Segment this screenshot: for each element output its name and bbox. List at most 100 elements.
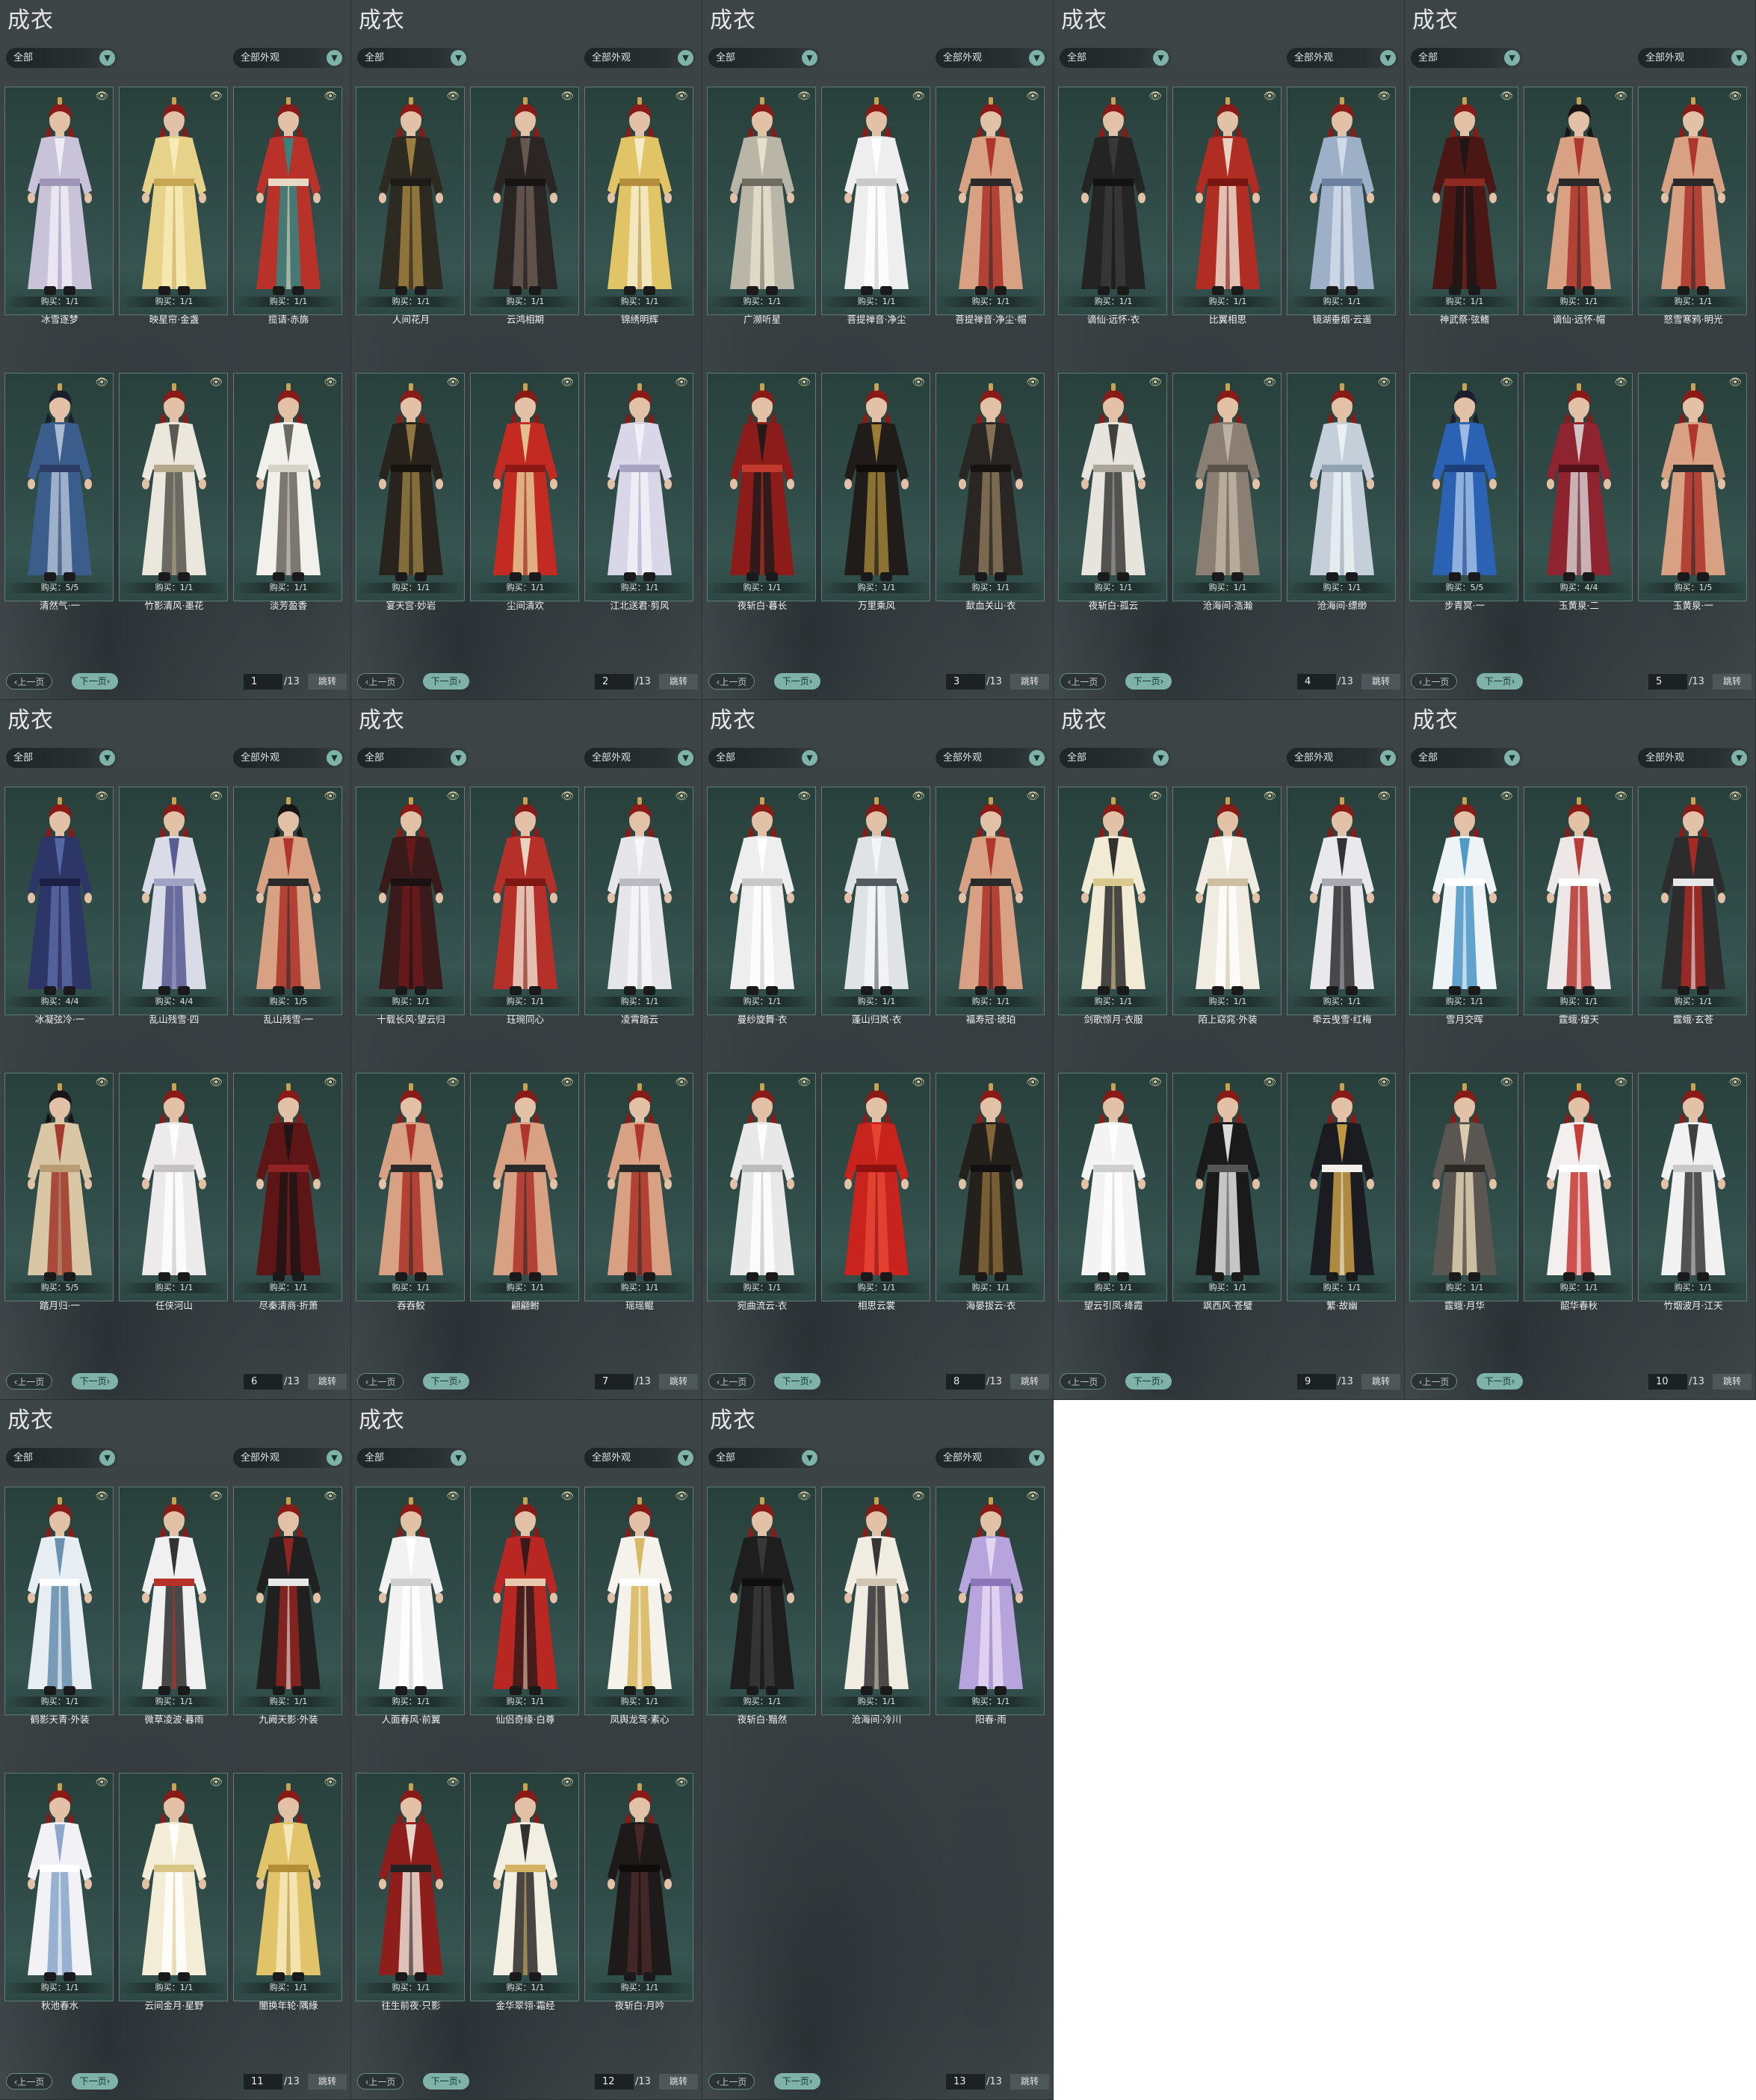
eye-icon[interactable]: 👁 <box>1148 1077 1162 1088</box>
eye-icon[interactable]: 👁 <box>560 1777 574 1788</box>
outfit-card[interactable]: 👁 购买：1/1 沧海间·冷川 <box>821 1487 931 1725</box>
next-page-button[interactable]: 下一页› <box>1477 673 1523 690</box>
outfit-card[interactable]: 👁 购买：1/1 陌上窈窕·外装 <box>1172 787 1282 1025</box>
outfit-card[interactable]: 👁 购买：1/1 瑶瑶鲲 <box>584 1073 694 1311</box>
outfit-card[interactable]: 👁 购买：1/1 阳春·雨 <box>936 1487 1045 1725</box>
eye-icon[interactable]: 👁 <box>1728 1077 1742 1088</box>
jump-button[interactable]: 跳转 <box>659 674 698 690</box>
appearance-filter-dropdown[interactable]: 全部外观 ▼ <box>233 1448 345 1468</box>
appearance-filter-dropdown[interactable]: 全部外观 ▼ <box>1638 748 1750 768</box>
prev-page-button[interactable]: ‹上一页 <box>708 1373 755 1390</box>
outfit-card[interactable]: 👁 购买：1/1 竹影清风·墨花 <box>119 373 229 611</box>
eye-icon[interactable]: 👁 <box>95 1490 108 1502</box>
eye-icon[interactable]: 👁 <box>324 1490 337 1502</box>
outfit-card[interactable]: 👁 购买：1/1 牵云曳雪·红梅 <box>1287 787 1397 1025</box>
eye-icon[interactable]: 👁 <box>560 1077 574 1088</box>
eye-icon[interactable]: 👁 <box>797 1077 811 1088</box>
outfit-card[interactable]: 👁 购买：4/4 玉黄泉·二 <box>1524 373 1633 611</box>
outfit-card[interactable]: 👁 购买：1/1 怒雪寒鸦·明光 <box>1638 87 1748 325</box>
eye-icon[interactable]: 👁 <box>560 377 574 388</box>
eye-icon[interactable]: 👁 <box>1614 377 1627 388</box>
eye-icon[interactable]: 👁 <box>912 790 925 802</box>
appearance-filter-dropdown[interactable]: 全部外观 ▼ <box>584 1448 696 1468</box>
eye-icon[interactable]: 👁 <box>912 1490 925 1502</box>
outfit-card[interactable]: 👁 购买：1/1 微草凌波·暮雨 <box>119 1487 229 1725</box>
jump-button[interactable]: 跳转 <box>308 2074 347 2090</box>
jump-button[interactable]: 跳转 <box>1361 1374 1400 1390</box>
outfit-card[interactable]: 👁 购买：1/5 玉黄泉·一 <box>1638 373 1748 611</box>
eye-icon[interactable]: 👁 <box>209 790 223 802</box>
next-page-button[interactable]: 下一页› <box>1477 1373 1523 1390</box>
next-page-button[interactable]: 下一页› <box>72 2073 118 2090</box>
eye-icon[interactable]: 👁 <box>95 377 108 388</box>
eye-icon[interactable]: 👁 <box>209 90 223 102</box>
jump-button[interactable]: 跳转 <box>1010 1374 1049 1390</box>
page-number-input[interactable]: 11 <box>244 2074 282 2090</box>
eye-icon[interactable]: 👁 <box>1500 790 1513 802</box>
outfit-card[interactable]: 👁 购买：1/1 谪仙·远怀·帽 <box>1524 87 1633 325</box>
outfit-card[interactable]: 👁 购买：1/1 夜斩白·孤云 <box>1058 373 1168 611</box>
prev-page-button[interactable]: ‹上一页 <box>1411 1373 1457 1390</box>
outfit-card[interactable]: 👁 购买：5/5 步青冥·一 <box>1409 373 1519 611</box>
outfit-card[interactable]: 👁 购买：1/1 映星帘·金盏 <box>119 87 229 325</box>
jump-button[interactable]: 跳转 <box>308 1374 347 1390</box>
eye-icon[interactable]: 👁 <box>560 90 574 102</box>
outfit-card[interactable]: 👁 购买：1/1 镜湖垂烟·云遥 <box>1287 87 1397 325</box>
outfit-card[interactable]: 👁 购买：1/1 歃血关山·衣 <box>936 373 1045 611</box>
outfit-card[interactable]: 👁 购买：1/1 仙侣奇缘·白尊 <box>470 1487 580 1725</box>
eye-icon[interactable]: 👁 <box>446 377 460 388</box>
category-filter-dropdown[interactable]: 全部 ▼ <box>1411 48 1523 68</box>
eye-icon[interactable]: 👁 <box>560 790 574 802</box>
outfit-card[interactable]: 👁 购买：1/1 霆蛾·月华 <box>1409 1073 1519 1311</box>
eye-icon[interactable]: 👁 <box>675 90 688 102</box>
outfit-card[interactable]: 👁 购买：4/4 乱山残雪·四 <box>119 787 229 1025</box>
outfit-card[interactable]: 👁 购买：1/1 望云引凤·绛霞 <box>1058 1073 1168 1311</box>
eye-icon[interactable]: 👁 <box>1728 790 1742 802</box>
outfit-card[interactable]: 👁 购买：1/1 金华翠翎·霜经 <box>470 1773 580 2011</box>
jump-button[interactable]: 跳转 <box>1010 674 1049 690</box>
outfit-card[interactable]: 👁 购买：1/1 雪月交晖 <box>1409 787 1519 1025</box>
page-number-input[interactable]: 7 <box>595 1374 634 1390</box>
category-filter-dropdown[interactable]: 全部 ▼ <box>6 748 118 768</box>
jump-button[interactable]: 跳转 <box>308 674 347 690</box>
eye-icon[interactable]: 👁 <box>675 1490 688 1502</box>
next-page-button[interactable]: 下一页› <box>1125 1373 1172 1390</box>
eye-icon[interactable]: 👁 <box>1026 90 1039 102</box>
prev-page-button[interactable]: ‹上一页 <box>6 1373 52 1390</box>
outfit-card[interactable]: 👁 购买：1/1 江北送君·剪风 <box>584 373 694 611</box>
eye-icon[interactable]: 👁 <box>1026 790 1039 802</box>
eye-icon[interactable]: 👁 <box>1728 90 1742 102</box>
outfit-card[interactable]: 👁 购买：1/1 鹤影天青·外装 <box>4 1487 114 1725</box>
category-filter-dropdown[interactable]: 全部 ▼ <box>1060 48 1172 68</box>
eye-icon[interactable]: 👁 <box>446 1490 460 1502</box>
outfit-card[interactable]: 👁 购买：1/1 揽请·赤旆 <box>233 87 343 325</box>
eye-icon[interactable]: 👁 <box>446 1077 460 1088</box>
eye-icon[interactable]: 👁 <box>675 1777 688 1788</box>
eye-icon[interactable]: 👁 <box>1500 90 1513 102</box>
prev-page-button[interactable]: ‹上一页 <box>1411 673 1457 690</box>
jump-button[interactable]: 跳转 <box>1713 674 1752 690</box>
eye-icon[interactable]: 👁 <box>1026 377 1039 388</box>
outfit-card[interactable]: 👁 购买：1/1 霆蛾·玄苍 <box>1638 787 1748 1025</box>
eye-icon[interactable]: 👁 <box>1148 377 1162 388</box>
eye-icon[interactable]: 👁 <box>675 1077 688 1088</box>
outfit-card[interactable]: 👁 购买：1/1 福寿冠·琥珀 <box>936 787 1045 1025</box>
eye-icon[interactable]: 👁 <box>209 1777 223 1788</box>
outfit-card[interactable]: 👁 购买：1/1 珏琬同心 <box>470 787 580 1025</box>
outfit-card[interactable]: 👁 购买：1/1 相思云裳 <box>821 1073 931 1311</box>
category-filter-dropdown[interactable]: 全部 ▼ <box>6 48 118 68</box>
outfit-card[interactable]: 👁 购买：1/1 神武祭·弦鳍 <box>1409 87 1519 325</box>
eye-icon[interactable]: 👁 <box>95 1077 108 1088</box>
next-page-button[interactable]: 下一页› <box>72 1373 118 1390</box>
outfit-card[interactable]: 👁 购买：1/1 菩提禅音·净尘·帽 <box>936 87 1045 325</box>
eye-icon[interactable]: 👁 <box>446 90 460 102</box>
next-page-button[interactable]: 下一页› <box>72 673 118 690</box>
eye-icon[interactable]: 👁 <box>324 1077 337 1088</box>
page-number-input[interactable]: 6 <box>244 1374 282 1390</box>
eye-icon[interactable]: 👁 <box>324 90 337 102</box>
outfit-card[interactable]: 👁 购买：1/1 繁·故幽 <box>1287 1073 1397 1311</box>
eye-icon[interactable]: 👁 <box>1728 377 1742 388</box>
outfit-card[interactable]: 👁 购买：1/1 翩翩鲋 <box>470 1073 580 1311</box>
outfit-card[interactable]: 👁 购买：1/5 乱山残雪·一 <box>233 787 343 1025</box>
page-number-input[interactable]: 10 <box>1648 1374 1687 1390</box>
